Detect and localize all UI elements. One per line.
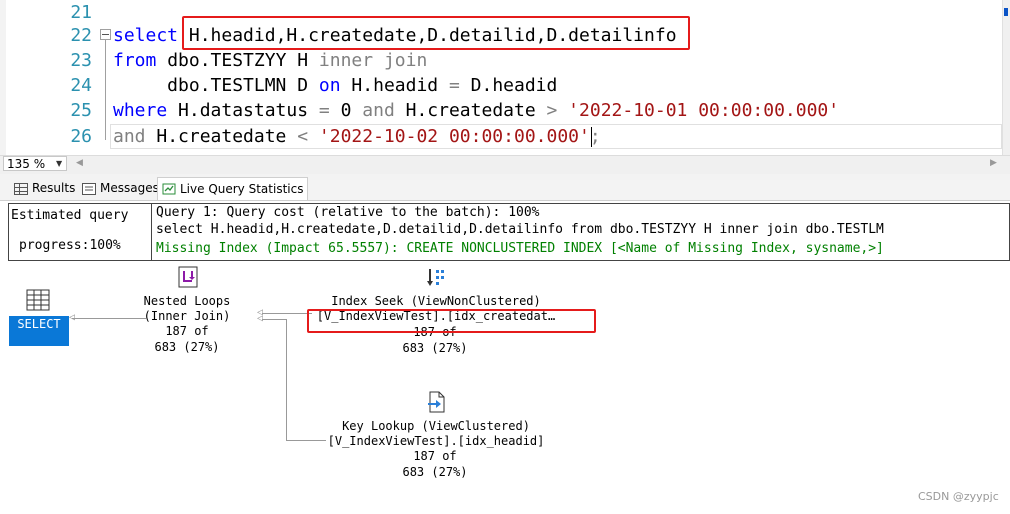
code-text: dbo.TESTLMN D — [113, 75, 319, 96]
tab-messages[interactable]: Messages — [78, 178, 163, 199]
key-lookup-rows: 187 of — [413, 449, 457, 463]
operator: and — [113, 126, 146, 147]
index-seek-title: Index Seek (ViewNonClustered) — [331, 294, 541, 308]
scroll-left-icon[interactable]: ◀ — [76, 158, 83, 168]
keyword: from — [113, 50, 157, 71]
keyword: where — [113, 100, 168, 121]
code-line-25[interactable]: where H.datastatus = 0 and H.createdate … — [113, 98, 839, 123]
code-line-23[interactable]: from dbo.TESTZYY H inner join — [113, 48, 427, 73]
operator: > — [546, 100, 558, 121]
query-sql-text: select H.headid,H.createdate,D.detailid,… — [156, 222, 884, 237]
key-lookup-icon[interactable] — [425, 390, 447, 418]
vertical-scrollbar[interactable] — [1002, 0, 1010, 155]
code-text: H.createdate — [394, 100, 547, 121]
editor-margin — [0, 0, 6, 155]
index-seek-highlight — [307, 309, 596, 333]
key-lookup-object: [V_IndexViewTest].[idx_headid] — [327, 434, 545, 448]
string-literal: '2022-10-01 00:00:00.000' — [557, 100, 840, 121]
outline-guide — [105, 40, 106, 140]
panel-divider — [151, 203, 152, 261]
string-literal: '2022-10-02 00:00:00.000' — [308, 126, 590, 147]
operator: = — [318, 100, 330, 121]
zoom-value: 135 % — [7, 157, 46, 171]
nested-loops-rows: 187 of — [165, 324, 209, 338]
nested-loops-estimate: 683 (27%) — [154, 340, 220, 354]
line-number: 24 — [70, 75, 92, 96]
tab-label: Messages — [100, 181, 159, 195]
tab-live-query-statistics[interactable]: Live Query Statistics — [157, 177, 309, 200]
code-text: H.datastatus — [167, 100, 319, 121]
live-stats-icon — [162, 183, 176, 195]
tab-results[interactable]: Results — [10, 178, 79, 199]
text-caret — [591, 127, 592, 147]
nested-loops-subtitle: (Inner Join) — [143, 309, 231, 323]
line-number: 22 — [70, 25, 92, 46]
code-text: 0 — [329, 100, 363, 121]
code-line-26[interactable]: and H.createdate < '2022-10-02 00:00:00.… — [113, 124, 601, 149]
scrollbar-marker — [1004, 8, 1008, 16]
scroll-right-icon[interactable]: ▶ — [990, 158, 997, 168]
missing-index-text[interactable]: Missing Index (Impact 65.5557): CREATE N… — [156, 241, 1002, 257]
operator: inner join — [318, 50, 428, 71]
operator: and — [362, 100, 395, 121]
code-text: dbo.TESTZYY H — [156, 50, 319, 71]
plan-arrow — [262, 319, 286, 320]
nested-loops-icon[interactable] — [176, 265, 200, 293]
keyword: on — [318, 75, 341, 96]
code-line-24[interactable]: dbo.TESTLMN D on H.headid = D.headid — [113, 73, 557, 98]
nested-loops-title: Nested Loops — [143, 294, 231, 308]
watermark: CSDN @zyypjc — [918, 490, 999, 503]
collapse-toggle-icon[interactable] — [100, 29, 111, 40]
line-number: 21 — [70, 2, 92, 23]
arrow-head-icon: ◁ — [257, 313, 264, 324]
messages-icon — [82, 182, 96, 195]
index-seek-estimate: 683 (27%) — [402, 341, 468, 355]
plan-arrow — [286, 319, 287, 441]
select-columns-highlight — [182, 16, 690, 50]
line-number: 26 — [70, 126, 92, 147]
tab-label: Results — [32, 181, 76, 195]
progress-value: progress:100% — [19, 238, 121, 253]
query-cost-text: Query 1: Query cost (relative to the bat… — [156, 205, 540, 220]
operator: = — [448, 75, 460, 96]
code-text: D.headid — [459, 75, 558, 96]
grid-icon — [14, 182, 28, 195]
code-text: H.headid — [340, 75, 449, 96]
sql-editor[interactable]: 21 22 23 24 25 26 select H.headid,H.crea… — [0, 0, 1010, 155]
tab-label: Live Query Statistics — [180, 181, 304, 196]
select-node[interactable]: SELECT — [9, 316, 69, 346]
line-number: 23 — [70, 50, 92, 71]
key-lookup-title: Key Lookup (ViewClustered) — [342, 419, 530, 433]
arrow-head-icon: ◁ — [69, 312, 76, 323]
operator: < — [297, 126, 309, 147]
select-node-icon[interactable] — [26, 289, 50, 315]
progress-label: Estimated query — [11, 208, 129, 223]
line-number: 25 — [70, 100, 92, 121]
keyword: select — [113, 25, 179, 46]
chevron-down-icon[interactable]: ▼ — [56, 156, 62, 171]
code-text: H.createdate — [145, 126, 298, 147]
zoom-scroll-bar — [0, 155, 1010, 175]
key-lookup-estimate: 683 (27%) — [402, 465, 468, 479]
index-seek-icon[interactable] — [426, 266, 448, 294]
